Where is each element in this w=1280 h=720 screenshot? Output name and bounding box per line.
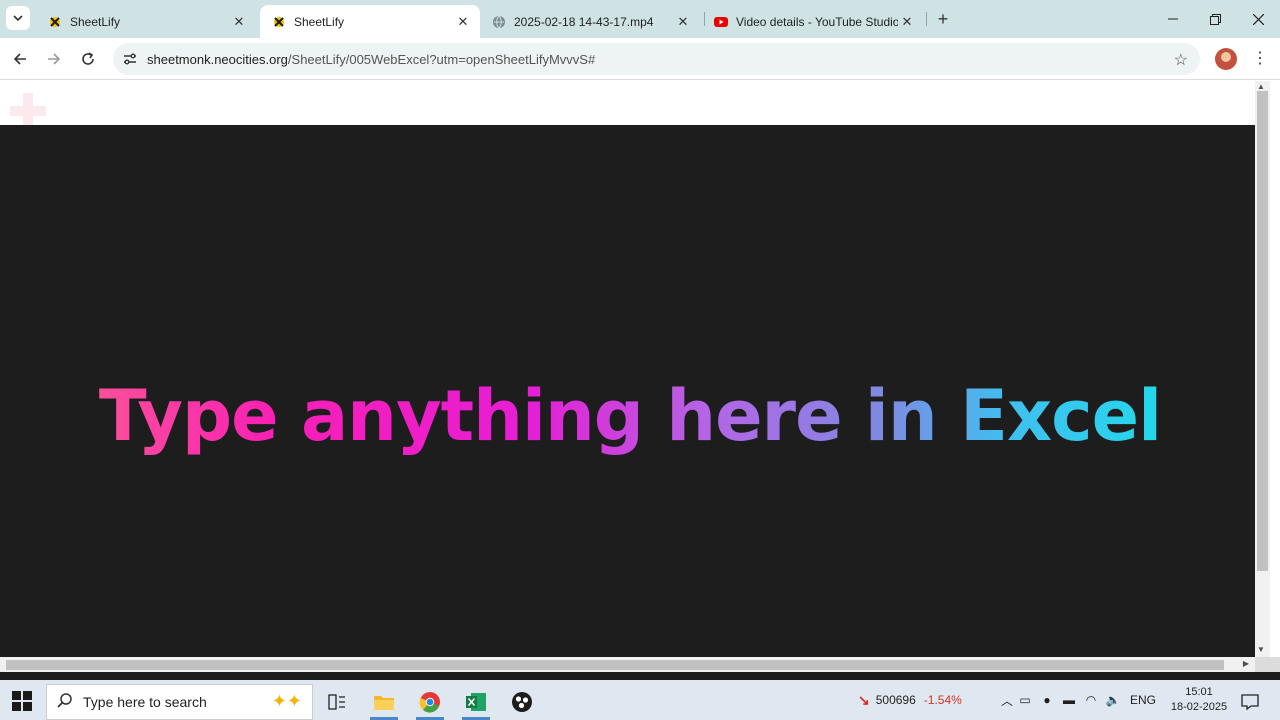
page-header xyxy=(0,81,1255,129)
scroll-down-icon[interactable]: ▼ xyxy=(1257,645,1265,654)
site-info-icon[interactable] xyxy=(117,46,143,72)
scroll-up-icon[interactable]: ▲ xyxy=(1257,82,1265,91)
tab-title: 2025-02-18 14-43-17.mp4 xyxy=(514,14,654,29)
minimize-button[interactable] xyxy=(1158,8,1188,30)
chevron-up-icon[interactable]: ︿ xyxy=(1000,692,1014,709)
language-indicator[interactable]: ENG xyxy=(1130,693,1156,707)
tab-title: Video details - YouTube Studio xyxy=(736,14,898,29)
stock-value: 500696 xyxy=(875,693,916,707)
excel-icon[interactable] xyxy=(456,684,496,720)
chrome-icon[interactable] xyxy=(410,684,450,720)
scrollbar-corner xyxy=(1255,657,1280,672)
page-viewport: Type anything here in Excel xyxy=(0,81,1255,657)
clock-time: 15:01 xyxy=(1185,686,1213,698)
forward-button[interactable] xyxy=(42,47,66,71)
system-tray: ︿ ▭ ● ▬ ◠ 🔈 ENG xyxy=(1000,680,1156,720)
horizontal-scrollbar[interactable]: ▶ xyxy=(0,657,1255,672)
windows-start-icon[interactable] xyxy=(12,691,32,711)
clock[interactable]: 15:01 18-02-2025 xyxy=(1166,685,1232,715)
obs-studio-icon[interactable] xyxy=(502,684,542,720)
tab-video-file[interactable]: 2025-02-18 14-43-17.mp4 ✕ xyxy=(480,5,700,38)
url-path: /SheetLify/005WebExcel?utm=openSheetLify… xyxy=(287,51,596,67)
stock-change: -1.54% xyxy=(923,693,962,707)
bookmark-star-icon[interactable]: ☆ xyxy=(1174,50,1188,70)
close-icon[interactable]: ✕ xyxy=(454,13,472,31)
close-icon[interactable]: ✕ xyxy=(674,13,692,31)
file-explorer-icon[interactable] xyxy=(364,684,404,720)
copilot-sparkle-icon[interactable]: ✦✦ xyxy=(272,691,302,712)
vertical-scroll-thumb[interactable] xyxy=(1257,91,1268,571)
profile-avatar[interactable] xyxy=(1215,48,1237,70)
url-host: sheetmonk.neocities.org xyxy=(147,51,288,67)
minimize-icon xyxy=(1168,18,1178,20)
tab-search-button[interactable] xyxy=(6,6,30,30)
restore-button[interactable] xyxy=(1200,8,1230,30)
scroll-right-icon[interactable]: ▶ xyxy=(1243,659,1249,668)
sheetlify-icon xyxy=(48,15,62,29)
stock-widget[interactable]: ↘ 500696 -1.54% xyxy=(858,680,962,720)
new-tab-button[interactable]: + xyxy=(933,9,953,29)
tab-separator xyxy=(926,12,927,26)
tab-sheetlify-1[interactable]: SheetLify ✕ xyxy=(36,5,256,38)
task-view-icon[interactable] xyxy=(317,684,357,720)
battery-icon[interactable]: ▬ xyxy=(1058,693,1080,707)
vertical-scrollbar[interactable]: ▲ ▼ xyxy=(1255,81,1270,657)
wifi-icon[interactable]: ◠ xyxy=(1080,693,1102,707)
window-bottom-border xyxy=(0,672,1280,680)
sheetlify-icon xyxy=(272,15,286,29)
tab-title: SheetLify xyxy=(294,14,345,29)
close-icon xyxy=(1252,13,1264,25)
browser-toolbar: sheetmonk.neocities.org/SheetLify/005Web… xyxy=(0,38,1280,80)
close-icon[interactable]: ✕ xyxy=(898,13,916,31)
microphone-icon[interactable]: ● xyxy=(1036,693,1058,707)
address-bar[interactable]: sheetmonk.neocities.org/SheetLify/005Web… xyxy=(113,43,1200,75)
tab-youtube-studio[interactable]: Video details - YouTube Studio ✕ xyxy=(702,5,924,38)
windows-taskbar: Type here to search ✦✦ ↘ 500696 -1.54% ︿… xyxy=(0,680,1280,720)
headline-text[interactable]: Type anything here in Excel xyxy=(0,375,1260,457)
stock-trend-icon: ↘ xyxy=(858,691,870,708)
horizontal-scroll-thumb[interactable] xyxy=(6,660,1224,670)
tab-sheetlify-2[interactable]: SheetLify ✕ xyxy=(260,5,480,38)
reload-button[interactable] xyxy=(76,47,100,71)
arrow-right-icon xyxy=(48,53,61,65)
tab-title: SheetLify xyxy=(70,14,121,29)
notifications-icon[interactable] xyxy=(1230,684,1270,720)
restore-icon xyxy=(1209,13,1221,25)
clock-date: 18-02-2025 xyxy=(1170,701,1228,713)
meet-now-icon[interactable]: ▭ xyxy=(1014,693,1036,707)
arrow-left-icon xyxy=(13,53,26,65)
close-icon[interactable]: ✕ xyxy=(230,13,248,31)
reload-icon xyxy=(82,52,94,65)
more-menu-icon[interactable]: ⋮ xyxy=(1252,47,1268,71)
back-button[interactable] xyxy=(8,47,32,71)
volume-icon[interactable]: 🔈 xyxy=(1102,693,1124,707)
hero-stage: Type anything here in Excel xyxy=(0,125,1255,657)
plus-icon xyxy=(10,93,46,129)
close-window-button[interactable] xyxy=(1243,8,1273,30)
globe-icon xyxy=(492,15,506,29)
chevron-down-icon xyxy=(13,15,23,22)
search-placeholder: Type here to search xyxy=(83,694,207,710)
search-icon xyxy=(57,692,75,712)
taskbar-search-box[interactable]: Type here to search ✦✦ xyxy=(46,684,313,720)
url-text: sheetmonk.neocities.org/SheetLify/005Web… xyxy=(147,52,595,67)
tab-strip: SheetLify ✕ SheetLify ✕ 2025-02-18 14-43… xyxy=(0,0,1280,38)
youtube-icon xyxy=(714,15,728,29)
